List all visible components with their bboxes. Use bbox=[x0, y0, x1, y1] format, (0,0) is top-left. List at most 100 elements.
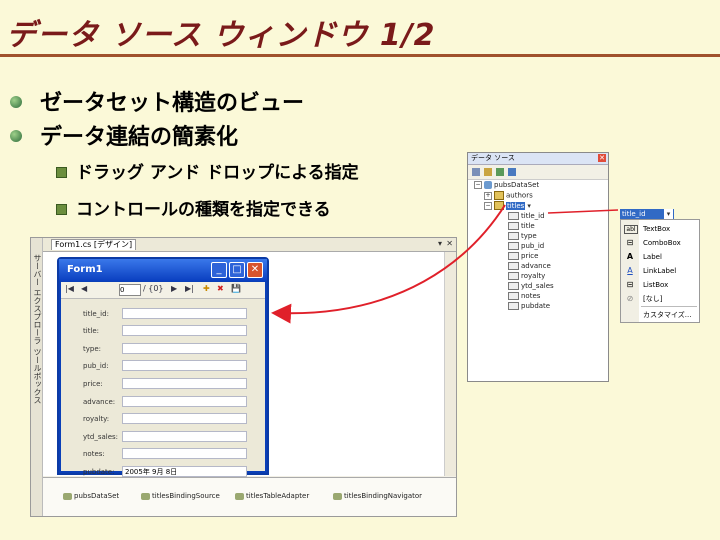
side-tab-server-explorer[interactable]: サーバー エクスプローラ bbox=[32, 254, 43, 345]
tray-item-bindingnavigator[interactable]: titlesBindingNavigator bbox=[333, 492, 422, 500]
tree-node-label: price bbox=[521, 252, 539, 260]
dropdown-item-customize[interactable]: カスタマイズ... bbox=[621, 308, 699, 322]
bullet-2: データ連結の簡素化 bbox=[10, 119, 238, 151]
tableadapter-icon bbox=[235, 492, 244, 500]
side-tab-toolbox[interactable]: ツールボックス bbox=[32, 348, 43, 404]
add-new-icon[interactable]: ✚ bbox=[203, 284, 210, 293]
price-textbox[interactable] bbox=[122, 378, 247, 389]
dropdown-item-label[interactable]: A Label bbox=[621, 250, 699, 264]
tree-node-column[interactable]: title bbox=[508, 222, 535, 231]
dropdown-item-label: TextBox bbox=[643, 225, 671, 233]
tree-node-column[interactable]: type bbox=[508, 232, 537, 241]
collapse-icon[interactable]: − bbox=[474, 181, 482, 189]
side-tab-strip: サーバー エクスプローラ ツールボックス bbox=[31, 238, 43, 516]
textbox-icon: abl bbox=[624, 225, 638, 234]
tray-item-dataset[interactable]: pubsDataSet bbox=[63, 492, 119, 500]
move-next-icon[interactable]: ▶ bbox=[171, 284, 177, 293]
move-first-icon[interactable]: |◀ bbox=[65, 284, 74, 293]
tree-node-label: type bbox=[521, 232, 537, 240]
data-source-title: データ ソース bbox=[471, 154, 515, 162]
refresh-icon[interactable] bbox=[508, 168, 516, 176]
chevron-down-icon[interactable]: ▾ bbox=[527, 202, 531, 210]
chevron-down-icon[interactable]: ▾ bbox=[664, 209, 673, 219]
dataset-icon bbox=[484, 181, 492, 189]
save-icon[interactable]: 💾 bbox=[231, 284, 241, 293]
edit-dataset-icon[interactable] bbox=[484, 168, 492, 176]
vertical-scrollbar[interactable] bbox=[444, 252, 456, 476]
textbox-column-icon bbox=[508, 272, 519, 280]
tree-node-column[interactable]: advance bbox=[508, 262, 551, 271]
tray-item-bindingsource[interactable]: titlesBindingSource bbox=[141, 492, 220, 500]
title-id-textbox[interactable] bbox=[122, 308, 247, 319]
tree-node-column[interactable]: notes bbox=[508, 292, 540, 301]
combobox-icon: ⊟ bbox=[626, 238, 634, 247]
tree-node-label: pubdate bbox=[521, 302, 551, 310]
tab-close-icon[interactable]: ✕ bbox=[446, 239, 453, 248]
dropdown-item-textbox[interactable]: abl TextBox bbox=[621, 222, 699, 236]
form1-title: Form1 bbox=[67, 264, 103, 275]
advance-textbox[interactable] bbox=[122, 396, 247, 407]
subbullet-square-icon bbox=[56, 203, 67, 215]
linklabel-icon: A bbox=[627, 266, 633, 275]
tree-node-dataset[interactable]: − pubsDataSet bbox=[474, 181, 539, 190]
tray-item-label: titlesBindingNavigator bbox=[344, 492, 423, 500]
textbox-column-icon bbox=[508, 252, 519, 260]
field-label: title_id: bbox=[83, 310, 109, 318]
tree-node-column[interactable]: title_id bbox=[508, 212, 545, 221]
move-last-icon[interactable]: ▶| bbox=[185, 284, 194, 293]
delete-icon[interactable]: ✖ bbox=[217, 284, 224, 293]
textbox-column-icon bbox=[508, 212, 519, 220]
tree-node-column[interactable]: pubdate bbox=[508, 302, 550, 311]
royalty-textbox[interactable] bbox=[122, 413, 247, 424]
pubdate-datepicker[interactable]: 2005年 9月 8日 bbox=[122, 466, 247, 477]
position-input[interactable]: 0 bbox=[119, 284, 141, 296]
tree-node-titles[interactable]: − titles ▾ bbox=[484, 201, 531, 211]
add-data-source-icon[interactable] bbox=[472, 168, 480, 176]
dropdown-item-label: [なし] bbox=[643, 295, 663, 303]
column-control-selector[interactable]: title_id ▾ bbox=[620, 209, 674, 219]
dropdown-item-label: Label bbox=[643, 253, 662, 261]
tab-form1-design[interactable]: Form1.cs [デザイン] bbox=[51, 239, 137, 250]
dropdown-item-listbox[interactable]: ⊟ ListBox bbox=[621, 278, 699, 292]
minimize-button[interactable]: _ bbox=[211, 262, 227, 278]
slide-title: データ ソース ウィンドウ 1/2 bbox=[6, 18, 436, 53]
bullet-dot-icon bbox=[10, 96, 22, 108]
field-label: type: bbox=[83, 345, 101, 353]
tab-dropdown-icon[interactable]: ▾ bbox=[438, 239, 442, 248]
close-button[interactable]: ✕ bbox=[247, 262, 263, 278]
textbox-column-icon bbox=[508, 262, 519, 270]
tree-node-label: notes bbox=[521, 292, 541, 300]
notes-textbox[interactable] bbox=[122, 448, 247, 459]
ytd-sales-textbox[interactable] bbox=[122, 431, 247, 442]
collapse-icon[interactable]: − bbox=[484, 201, 492, 210]
dropdown-item-linklabel[interactable]: A LinkLabel bbox=[621, 264, 699, 278]
tray-item-tableadapter[interactable]: titlesTableAdapter bbox=[235, 492, 309, 500]
tree-node-column[interactable]: royalty bbox=[508, 272, 545, 281]
field-label: price: bbox=[83, 380, 103, 388]
tree-node-column[interactable]: pub_id bbox=[508, 242, 544, 251]
form1-client-area: |◀ ◀ 0 / {0} ▶ ▶| ✚ ✖ 💾 title_id: title:… bbox=[61, 282, 265, 477]
type-textbox[interactable] bbox=[122, 343, 247, 354]
panel-close-icon[interactable]: ✕ bbox=[598, 154, 606, 162]
tree-node-column[interactable]: price bbox=[508, 252, 538, 261]
title-divider bbox=[0, 54, 720, 57]
configure-icon[interactable] bbox=[496, 168, 504, 176]
form1-window[interactable]: Form1 _ □ ✕ |◀ ◀ 0 / {0} ▶ ▶| ✚ ✖ 💾 titl… bbox=[57, 257, 269, 477]
expand-icon[interactable]: + bbox=[484, 191, 492, 200]
data-source-panel: データ ソース ✕ − pubsDataSet + authors − titles ▾… bbox=[467, 152, 609, 382]
tree-node-label: title_id bbox=[521, 212, 545, 220]
label-icon: A bbox=[626, 252, 634, 261]
maximize-button[interactable]: □ bbox=[229, 262, 245, 278]
pub-id-textbox[interactable] bbox=[122, 360, 247, 371]
subbullet-square-icon bbox=[56, 166, 67, 178]
move-previous-icon[interactable]: ◀ bbox=[81, 284, 87, 293]
dropdown-item-label: ComboBox bbox=[643, 239, 681, 247]
tree-node-column[interactable]: ytd_sales bbox=[508, 282, 554, 291]
tree-node-authors[interactable]: + authors bbox=[484, 191, 533, 201]
dropdown-item-combobox[interactable]: ⊟ ComboBox bbox=[621, 236, 699, 250]
textbox-column-icon bbox=[508, 242, 519, 250]
dropdown-item-none[interactable]: ⊘ [なし] bbox=[621, 292, 699, 306]
textbox-column-icon bbox=[508, 222, 519, 230]
control-type-dropdown: abl TextBox ⊟ ComboBox A Label A LinkLabel ⊟… bbox=[620, 219, 700, 323]
title-textbox[interactable] bbox=[122, 325, 247, 336]
